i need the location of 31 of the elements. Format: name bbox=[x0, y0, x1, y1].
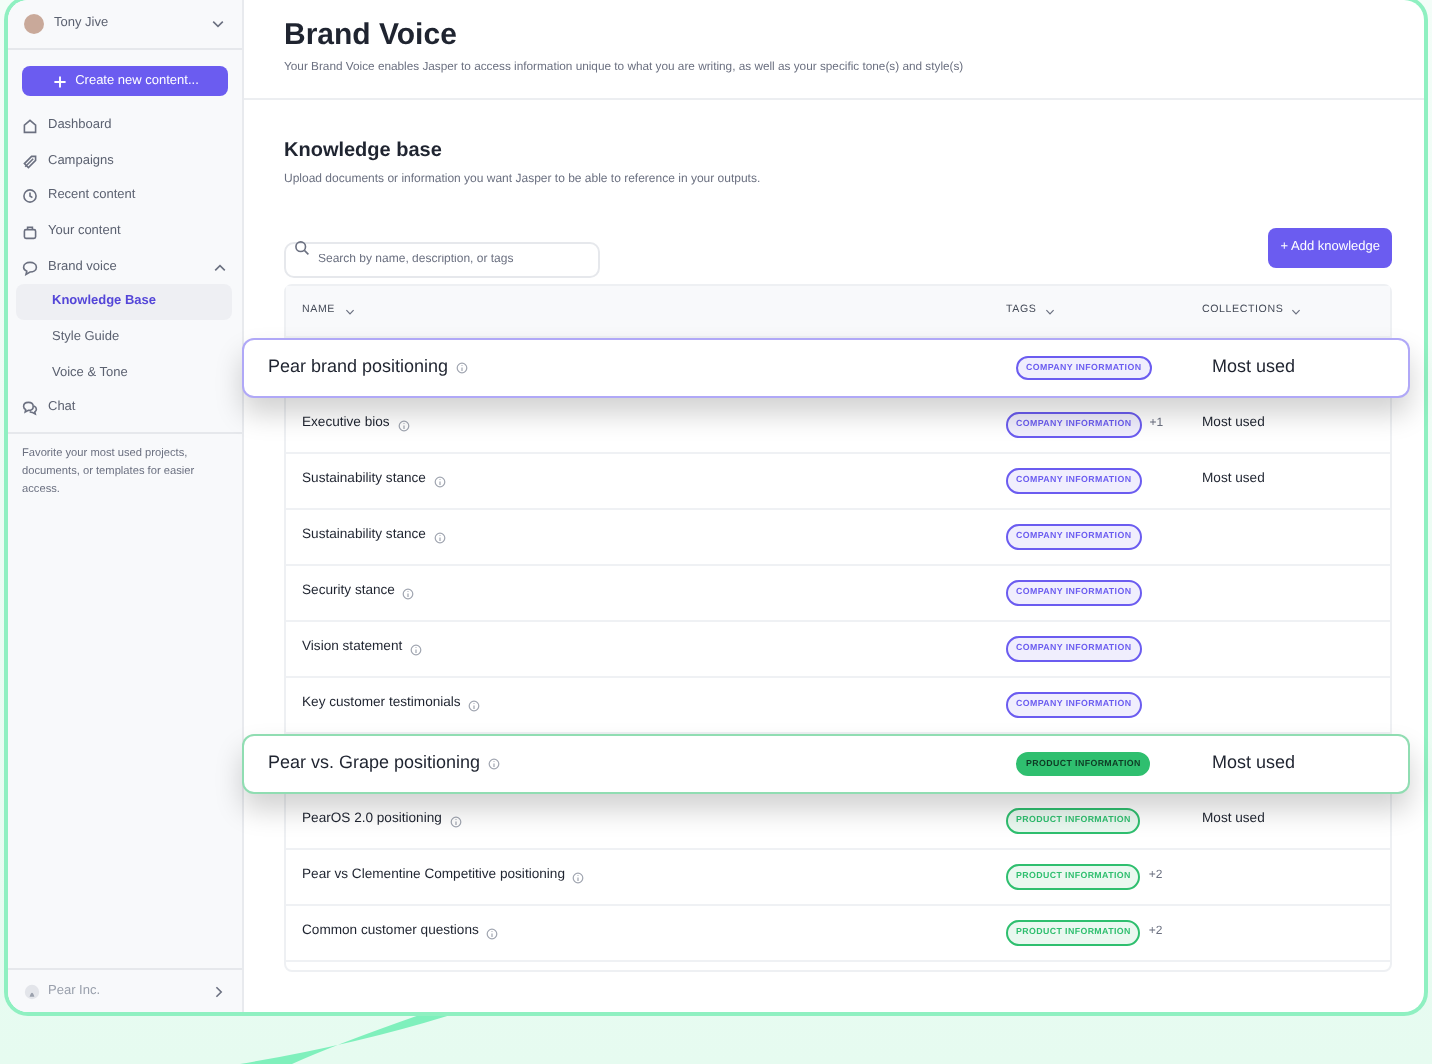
chevron-right-icon bbox=[210, 983, 226, 999]
clock-icon bbox=[22, 188, 38, 205]
chevron-down-icon bbox=[1044, 305, 1057, 317]
info-icon bbox=[486, 927, 499, 939]
search-icon bbox=[294, 240, 310, 256]
info-icon bbox=[456, 362, 469, 374]
page-title: Brand Voice bbox=[284, 18, 459, 54]
info-icon bbox=[402, 587, 415, 599]
workspace-icon bbox=[24, 983, 40, 999]
info-icon bbox=[397, 419, 410, 431]
avatar-circle bbox=[24, 14, 44, 34]
chevron-down-icon bbox=[1289, 305, 1302, 317]
collection-label: Most used bbox=[1212, 750, 1296, 777]
home-icon bbox=[22, 117, 38, 134]
info-icon bbox=[488, 758, 501, 770]
plus-icon bbox=[51, 73, 68, 89]
chevron-down-icon bbox=[343, 305, 356, 317]
info-icon bbox=[449, 815, 462, 827]
document-name[interactable]: Pear vs. Grape positioning bbox=[268, 750, 481, 778]
info-icon bbox=[410, 643, 423, 655]
info-icon bbox=[468, 699, 481, 711]
info-icon bbox=[433, 475, 446, 487]
bag-icon bbox=[22, 223, 38, 240]
document-name[interactable]: Pear brand positioning bbox=[268, 354, 449, 382]
chevron-down-icon bbox=[210, 16, 226, 32]
section-title: Knowledge base bbox=[284, 140, 444, 164]
chat-bubbles-icon bbox=[22, 400, 38, 417]
collection-label: Most used bbox=[1212, 354, 1296, 381]
chat-bubble-icon bbox=[22, 259, 38, 276]
info-icon bbox=[572, 871, 585, 883]
info-icon bbox=[433, 531, 446, 543]
